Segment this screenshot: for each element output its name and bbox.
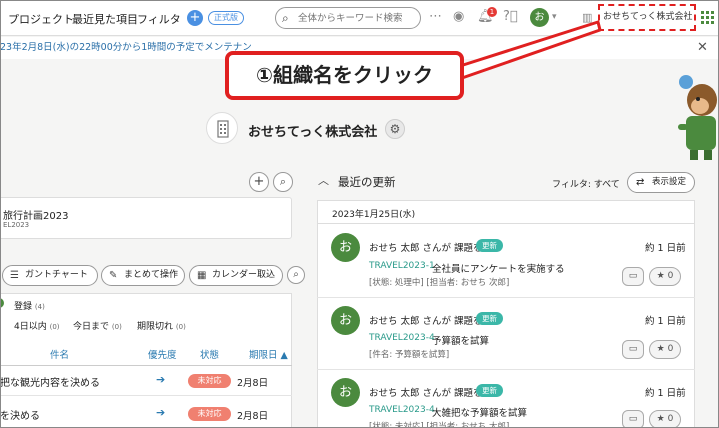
edit-icon: ✎ <box>109 270 118 281</box>
priority-arrow-icon: ➔ <box>156 373 166 386</box>
close-icon[interactable]: ✕ <box>697 40 708 55</box>
mascot-illustration <box>678 75 717 160</box>
filter-within-4-days[interactable]: 4日以内 (0) <box>14 319 60 332</box>
nav-recent[interactable]: 最近見た項目 <box>72 11 138 27</box>
bulk-edit-button[interactable]: ✎ まとめて操作 <box>101 265 185 286</box>
chevron-down-icon[interactable]: ▾ <box>552 12 557 22</box>
feed-divider <box>317 369 695 370</box>
avatar[interactable]: お <box>331 233 360 262</box>
update-actor: おせち 太郎 さんが 課題を <box>369 388 483 399</box>
watch-icon[interactable]: ◉ <box>453 9 464 24</box>
feed-date: 2023年1月25日(水) <box>332 210 416 220</box>
feed-divider <box>317 297 695 298</box>
avatar[interactable]: お <box>331 378 360 407</box>
update-actor: おせち 太郎 さんが 課題を <box>369 243 483 254</box>
building-icon <box>217 120 229 138</box>
user-avatar[interactable]: お <box>530 8 549 27</box>
update-badge: 更新 <box>476 384 503 397</box>
task-name[interactable]: を決める <box>0 407 40 422</box>
notification-badge: 1 <box>487 7 497 17</box>
col-due-date[interactable]: 期限日 ▲ <box>249 347 288 361</box>
org-title: おせちてっく株式会社 <box>248 125 378 140</box>
calendar-import-button[interactable]: ▦ カレンダー取込 <box>189 265 283 286</box>
search-issue-button[interactable]: ⌕ <box>287 266 305 284</box>
update-time: 約 1 日前 <box>645 243 686 254</box>
status-badge: 未対応 <box>188 374 231 388</box>
star-button[interactable]: ★ 0 <box>649 340 681 359</box>
chevron-up-icon[interactable]: ︿ <box>318 172 329 188</box>
top-header: プロジェクト 最近見た項目 フィルタ + 正式版 ⌕ ⋯ ◉ 🔔︎ 1 ?⃝ お… <box>0 0 719 36</box>
col-status[interactable]: 状態 <box>200 347 219 361</box>
help-icon[interactable]: ?⃝ <box>503 9 518 24</box>
search-project-button[interactable]: ⌕ <box>273 172 293 192</box>
search-icon: ⌕ <box>282 11 289 25</box>
update-actor: おせち 太郎 さんが 課題を <box>369 316 483 327</box>
project-name: 旅行計画2023 <box>3 211 69 222</box>
apps-grid-icon[interactable] <box>701 11 714 24</box>
gear-icon[interactable]: ⚙ <box>385 119 405 139</box>
swap-icon: ⇄ <box>636 177 645 188</box>
status-badge: 未対応 <box>188 407 231 421</box>
nav-projects[interactable]: プロジェクト <box>8 11 74 27</box>
col-subject[interactable]: 件名 <box>50 347 69 361</box>
star-button[interactable]: ★ 0 <box>649 267 681 286</box>
building-icon: ▥ <box>582 11 593 24</box>
recent-updates-heading: 最近の更新 <box>338 175 396 189</box>
org-switcher[interactable]: おせちてっく株式会社 <box>598 4 696 31</box>
due-date: 2月8日 <box>237 378 269 389</box>
filter-registered[interactable]: 登録 (4) <box>14 299 45 312</box>
more-icon[interactable]: ⋯ <box>429 9 442 24</box>
search-input[interactable] <box>298 11 416 25</box>
update-meta: [状態: 未対応] [担当者: おせち 太郎] <box>369 422 510 428</box>
priority-arrow-icon: ➔ <box>156 406 166 419</box>
add-icon[interactable]: + <box>187 10 203 26</box>
instruction-callout: ①組織名をクリック <box>225 51 464 100</box>
project-card[interactable]: 旅行計画2023 EL2023 <box>0 197 292 239</box>
search-box[interactable]: ⌕ <box>275 7 421 29</box>
gantt-chart-button[interactable]: ☰ ガントチャート <box>2 265 98 286</box>
comment-button[interactable]: ▭ <box>622 340 644 359</box>
issue-key-link[interactable]: TRAVEL2023-1 <box>369 261 435 271</box>
add-project-button[interactable]: + <box>249 172 269 192</box>
update-time: 約 1 日前 <box>645 316 686 327</box>
nav-filter[interactable]: フィルタ <box>137 11 181 27</box>
project-key: EL2023 <box>3 221 30 229</box>
star-button[interactable]: ★ 0 <box>649 410 681 428</box>
update-badge: 更新 <box>476 239 503 252</box>
issue-title[interactable]: 全社員にアンケートを実施する <box>432 261 565 275</box>
filter-overdue[interactable]: 期限切れ (0) <box>137 319 186 332</box>
issue-key-link[interactable]: TRAVEL2023-4 <box>369 333 435 343</box>
recent-updates-filter[interactable]: フィルタ: すべて <box>552 177 620 190</box>
due-date: 2月8日 <box>237 411 269 422</box>
update-time: 約 1 日前 <box>645 388 686 399</box>
avatar[interactable]: お <box>331 306 360 335</box>
feed-date-divider <box>317 223 695 224</box>
update-badge: 更新 <box>476 312 503 325</box>
col-priority[interactable]: 優先度 <box>148 347 177 361</box>
issue-title[interactable]: 予算額を試算 <box>432 333 489 347</box>
issue-title[interactable]: 大雑把な予算額を試算 <box>432 405 527 419</box>
calendar-icon: ▦ <box>197 270 207 281</box>
task-name[interactable]: 把な観光内容を決める <box>0 374 100 389</box>
org-logo <box>206 112 238 144</box>
update-meta: [状態: 処理中] [担当者: おせち 次郎] <box>369 278 510 288</box>
table-header-divider <box>0 365 292 366</box>
gantt-icon: ☰ <box>10 270 19 281</box>
row-divider <box>0 395 292 396</box>
comment-button[interactable]: ▭ <box>622 410 644 428</box>
issue-key-link[interactable]: TRAVEL2023-4 <box>369 405 435 415</box>
update-meta: [件名: 予算額を試算] <box>369 350 450 360</box>
comment-button[interactable]: ▭ <box>622 267 644 286</box>
display-settings-button[interactable]: ⇄ 表示設定 <box>627 172 695 193</box>
filter-today[interactable]: 今日まで (0) <box>73 319 122 332</box>
plan-badge: 正式版 <box>208 11 244 25</box>
